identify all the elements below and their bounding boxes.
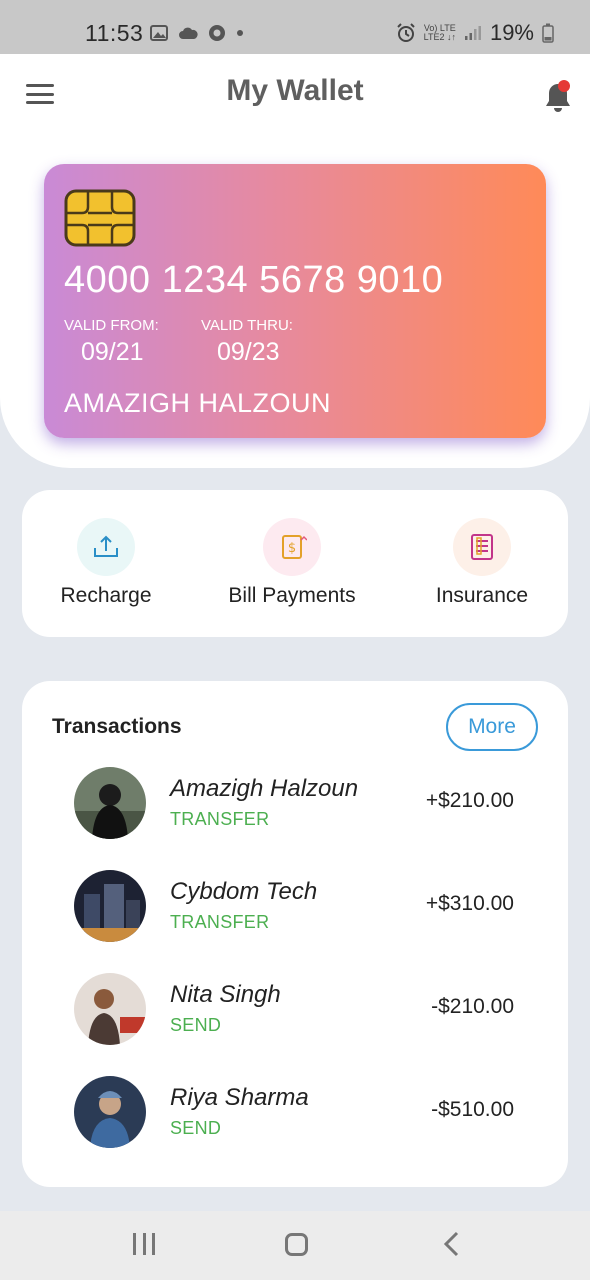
- transaction-amount: -$210.00: [431, 995, 514, 1018]
- bill-payments-label: Bill Payments: [228, 584, 356, 607]
- dot-icon: [237, 30, 243, 36]
- transaction-amount: +$310.00: [425, 892, 514, 915]
- chrome-icon: [209, 25, 225, 41]
- transaction-name: Nita Singh: [170, 981, 281, 1008]
- notification-button[interactable]: [542, 78, 574, 114]
- credit-card[interactable]: 4000 1234 5678 9010 VALID FROM: 09/21 VA…: [44, 164, 546, 438]
- more-button[interactable]: More: [446, 703, 538, 751]
- transaction-type: SEND: [170, 1118, 222, 1138]
- transactions-title: Transactions: [52, 715, 182, 738]
- network-bottom-label: LTE2 ↓↑: [423, 32, 456, 42]
- gallery-icon: [150, 25, 168, 41]
- card-holder-name: AMAZIGH HALZOUN: [64, 388, 332, 418]
- status-right-icons: Vo) LTE LTE2 ↓↑ 19%: [396, 20, 554, 46]
- transactions-panel: Transactions More Amazigh Halzoun TRANSF…: [22, 681, 568, 1187]
- card-number: 4000 1234 5678 9010: [64, 259, 444, 301]
- valid-from-label: VALID FROM:: [64, 317, 159, 334]
- battery-icon: [542, 23, 554, 43]
- transaction-row[interactable]: Amazigh Halzoun TRANSFER +$210.00: [22, 767, 568, 857]
- recent-apps-icon[interactable]: [133, 1233, 155, 1255]
- transaction-name: Cybdom Tech: [170, 878, 318, 905]
- transaction-amount: -$510.00: [431, 1098, 514, 1121]
- insurance-label: Insurance: [435, 584, 529, 607]
- page-title: My Wallet: [226, 74, 364, 107]
- signal-icon: [464, 26, 481, 40]
- insurance-icon-circle: [453, 518, 511, 576]
- recharge-icon-circle: [77, 518, 135, 576]
- bill-icon-circle: $: [263, 518, 321, 576]
- valid-from-value: 09/21: [81, 338, 144, 366]
- recharge-button[interactable]: Recharge: [16, 518, 196, 608]
- quick-actions-panel: Recharge $ Bill Payments Insurance: [22, 490, 568, 637]
- transaction-amount: +$210.00: [425, 789, 514, 812]
- recharge-label: Recharge: [60, 584, 152, 607]
- avatar: [74, 767, 146, 839]
- insurance-icon: [471, 534, 493, 560]
- avatar: [74, 973, 146, 1045]
- back-icon[interactable]: [440, 1231, 464, 1257]
- transaction-type: TRANSFER: [170, 912, 270, 932]
- valid-thru-label: VALID THRU:: [201, 317, 293, 334]
- home-icon[interactable]: [285, 1233, 308, 1256]
- network-indicator: Vo) LTE LTE2 ↓↑: [424, 24, 456, 42]
- status-time: 11:53: [85, 20, 144, 46]
- insurance-button[interactable]: Insurance: [392, 518, 572, 608]
- transaction-name: Riya Sharma: [170, 1084, 309, 1111]
- valid-thru-value: 09/23: [217, 338, 280, 366]
- transaction-type: SEND: [170, 1015, 222, 1035]
- status-bar: 11:53 Vo) LTE LTE2 ↓↑ 19%: [0, 0, 590, 54]
- transaction-name: Amazigh Halzoun: [170, 775, 359, 802]
- upload-icon: [94, 535, 118, 557]
- transaction-row[interactable]: Cybdom Tech TRANSFER +$310.00: [22, 870, 568, 960]
- status-left-icons: [150, 24, 244, 42]
- alarm-icon: [396, 23, 415, 42]
- avatar: [74, 870, 146, 942]
- battery-percent: 19%: [489, 20, 534, 45]
- transaction-row[interactable]: Riya Sharma SEND -$510.00: [22, 1076, 568, 1166]
- bill-icon: $: [282, 535, 307, 559]
- transaction-type: TRANSFER: [170, 809, 270, 829]
- system-nav-bar: [0, 1211, 590, 1280]
- bill-payments-button[interactable]: $ Bill Payments: [202, 518, 382, 608]
- bell-icon: [546, 80, 570, 112]
- card-chip-icon: [64, 189, 136, 247]
- transaction-row[interactable]: Nita Singh SEND -$210.00: [22, 973, 568, 1063]
- svg-text:$: $: [288, 541, 296, 556]
- cloud-icon: [179, 27, 198, 39]
- avatar: [74, 1076, 146, 1148]
